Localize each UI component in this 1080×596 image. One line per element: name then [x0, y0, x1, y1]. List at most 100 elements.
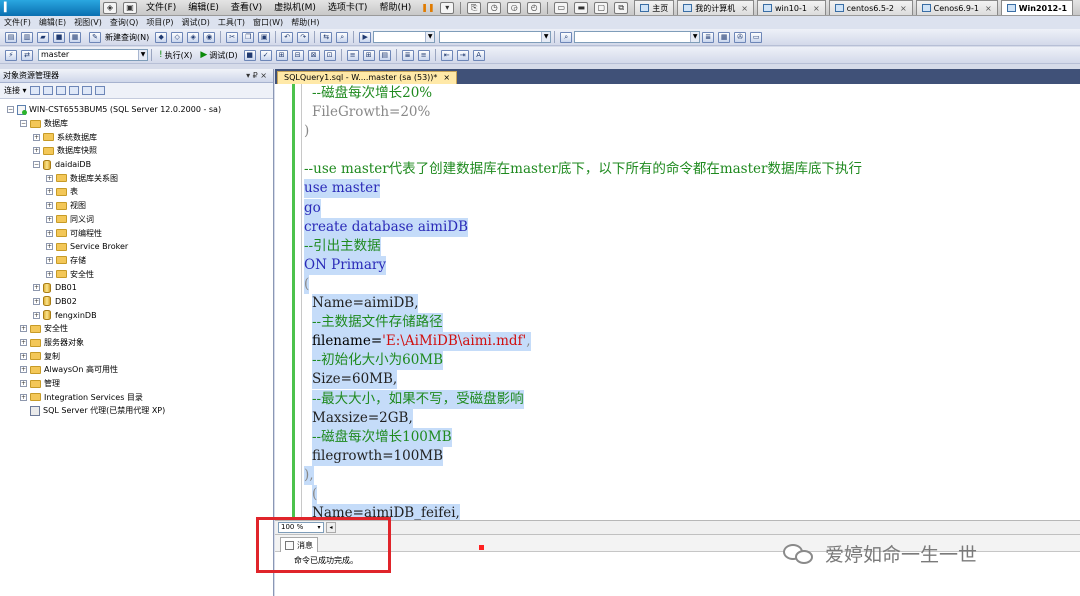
vm-library-icon[interactable]: ▣	[123, 1, 137, 14]
database-select[interactable]: master ▼	[38, 49, 148, 61]
analysis-query-icon[interactable]: ◇	[171, 31, 184, 43]
snapshot-icon[interactable]: ◷	[487, 1, 502, 14]
properties-icon[interactable]: ≣	[702, 31, 715, 43]
connect-db-icon[interactable]	[29, 86, 40, 95]
specify-values-icon[interactable]: A	[472, 49, 485, 61]
new-query-button[interactable]: ✎ 新建查询(N)	[87, 31, 149, 43]
sidebar-toggle-icon[interactable]: ▭	[554, 1, 569, 14]
close-icon[interactable]: ×	[443, 72, 450, 84]
expand-icon[interactable]: +	[33, 311, 40, 319]
pause-icon[interactable]: ❚❚	[420, 2, 434, 14]
undo-icon[interactable]: ↶	[281, 31, 294, 43]
find-text-select[interactable]: ▼	[574, 31, 701, 43]
menu-view[interactable]: 视图(V)	[70, 16, 106, 29]
menu-tools[interactable]: 工具(T)	[214, 16, 249, 29]
expand-icon[interactable]: +	[20, 393, 27, 401]
tree-node[interactable]: SQL Server 代理(已禁用代理 XP)	[0, 404, 273, 418]
vm-icon[interactable]: ◈	[103, 1, 117, 14]
tab-home[interactable]: 主页	[634, 0, 675, 15]
save-all-icon[interactable]: ▦	[69, 31, 81, 43]
tab-sqlquery1[interactable]: SQLQuery1.sql - W....master (sa (53))* ×	[277, 71, 458, 84]
tree-node[interactable]: + DB02	[0, 295, 273, 309]
menu-window[interactable]: 窗口(W)	[249, 16, 287, 29]
tab-win2012-1[interactable]: Win2012-1	[1000, 0, 1074, 15]
tree-node[interactable]: + 视图	[0, 199, 273, 213]
expand-icon[interactable]: +	[33, 284, 40, 292]
host-menu-view[interactable]: 查看(V)	[225, 0, 268, 16]
collapse-icon[interactable]: −	[33, 161, 40, 169]
expand-icon[interactable]: +	[46, 270, 53, 278]
cut-icon[interactable]: ✂	[226, 31, 239, 43]
tab-centos6-5-2[interactable]: centos6.5-2 ×	[828, 0, 913, 15]
expand-icon[interactable]: +	[46, 215, 53, 223]
revert-snapshot-icon[interactable]: ◶	[507, 1, 522, 14]
tree-node[interactable]: + 存储	[0, 254, 273, 268]
expand-icon[interactable]: +	[46, 174, 53, 182]
copy-icon[interactable]: ❐	[242, 31, 255, 43]
change-connection-icon[interactable]: ⇄	[21, 49, 33, 61]
menu-help[interactable]: 帮助(H)	[287, 16, 323, 29]
expand-icon[interactable]: +	[20, 380, 27, 388]
tree-node[interactable]: + 安全性	[0, 322, 273, 336]
send-keys-icon[interactable]: ⎘	[467, 1, 482, 14]
tree-node[interactable]: + 安全性	[0, 267, 273, 281]
tree-node[interactable]: + 系统数据库	[0, 130, 273, 144]
xmla-query-icon[interactable]: ◉	[203, 31, 216, 43]
tree-node[interactable]: + 复制	[0, 349, 273, 363]
redo-icon[interactable]: ↷	[297, 31, 310, 43]
comment-icon[interactable]: ≣	[401, 49, 414, 61]
expand-icon[interactable]: +	[33, 297, 40, 305]
results-to-file-icon[interactable]: ▤	[378, 49, 391, 61]
open-folder-icon[interactable]: ▰	[37, 31, 49, 43]
host-menu-help[interactable]: 帮助(H)	[373, 0, 417, 16]
tree-node[interactable]: + 数据库快照	[0, 144, 273, 158]
tab-cenos6-9-1[interactable]: Cenos6.9-1 ×	[915, 0, 998, 15]
debug-button[interactable]: ▶ 调试(D)	[200, 50, 237, 61]
tree-node[interactable]: + Service Broker	[0, 240, 273, 254]
decrease-indent-icon[interactable]: ⇤	[440, 49, 453, 61]
platform-select[interactable]: ▼	[439, 31, 552, 43]
host-menu-tabs[interactable]: 选项卡(T)	[322, 0, 374, 16]
expand-icon[interactable]: +	[20, 352, 27, 360]
mdx-query-icon[interactable]: ◈	[187, 31, 200, 43]
tree-node[interactable]: − WIN-CST6553BUM5 (SQL Server 12.0.2000 -…	[0, 103, 273, 117]
connect-icon[interactable]: ⚡	[5, 49, 17, 61]
menu-query[interactable]: 查询(Q)	[106, 16, 143, 29]
expand-icon[interactable]: +	[20, 325, 27, 333]
tree-node[interactable]: + Integration Services 目录	[0, 390, 273, 404]
client-stats-icon[interactable]: ⊡	[323, 49, 336, 61]
tree-node[interactable]: − 数据库	[0, 117, 273, 131]
menu-edit[interactable]: 编辑(E)	[35, 16, 70, 29]
stop-icon[interactable]: ■	[243, 49, 256, 61]
filter-icon[interactable]	[68, 86, 79, 95]
stop-icon[interactable]	[55, 86, 66, 95]
tree-node[interactable]: + 服务器对象	[0, 336, 273, 350]
include-plan-icon[interactable]: ⊠	[307, 49, 320, 61]
results-to-text-icon[interactable]: ≡	[346, 49, 359, 61]
close-icon[interactable]: ×	[741, 4, 748, 13]
expand-icon[interactable]: +	[46, 229, 53, 237]
tab-my-computer[interactable]: 我的计算机 ×	[677, 0, 754, 15]
tree-node[interactable]: + 可编程性	[0, 226, 273, 240]
tree-node[interactable]: + 管理	[0, 377, 273, 391]
host-menu-file[interactable]: 文件(F)	[140, 0, 182, 16]
expand-icon[interactable]: +	[20, 366, 27, 374]
tree-node[interactable]: − daidaiDB	[0, 158, 273, 172]
expand-icon[interactable]: +	[33, 147, 40, 155]
start-debug-icon[interactable]: ▶	[359, 31, 372, 43]
find-icon[interactable]: ⌕	[336, 31, 349, 43]
collapse-icon[interactable]: −	[20, 120, 27, 128]
connect-button[interactable]: 连接 ▾	[4, 85, 27, 96]
execute-button[interactable]: ! 执行(X)	[159, 50, 192, 61]
toolbox-icon[interactable]: ✇	[734, 31, 747, 43]
tree-node[interactable]: + DB01	[0, 281, 273, 295]
object-explorer-icon[interactable]: ▦	[718, 31, 731, 43]
host-menu-vm[interactable]: 虚拟机(M)	[268, 0, 322, 16]
expand-icon[interactable]: +	[46, 188, 53, 196]
db-engine-query-icon[interactable]: ◆	[155, 31, 168, 43]
tree-node[interactable]: + 表	[0, 185, 273, 199]
save-icon[interactable]: ■	[53, 31, 65, 43]
refresh-icon[interactable]	[81, 86, 92, 95]
expand-icon[interactable]: +	[33, 133, 40, 141]
estimated-plan-icon[interactable]: ⊞	[275, 49, 288, 61]
